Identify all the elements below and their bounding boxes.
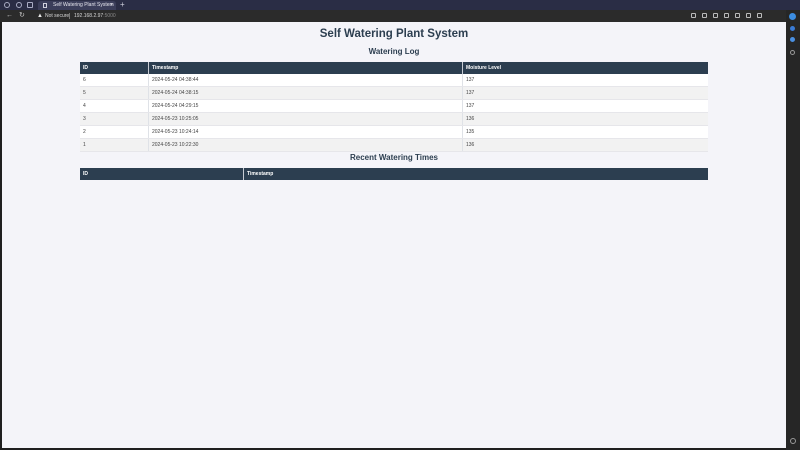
tools-sidebar-icon[interactable] bbox=[790, 37, 795, 42]
table-row: 4 2024-05-24 04:29:15 137 bbox=[80, 99, 708, 113]
split-screen-icon[interactable] bbox=[713, 13, 718, 19]
browser-tab-strip: Self Watering Plant System × + bbox=[0, 0, 800, 10]
column-header: Moisture Level bbox=[462, 62, 708, 74]
cell-timestamp: 2024-05-23 10:22:30 bbox=[148, 138, 463, 152]
sidebar-settings-icon[interactable] bbox=[790, 438, 796, 444]
table-row: 3 2024-05-23 10:25:05 136 bbox=[80, 112, 708, 126]
tab-actions-icon[interactable] bbox=[27, 2, 33, 8]
cell-moisture: 137 bbox=[462, 74, 708, 87]
watering-log-heading: Watering Log bbox=[368, 47, 420, 56]
column-header: Timestamp bbox=[243, 168, 708, 180]
column-header: ID bbox=[80, 168, 244, 180]
profile-icon[interactable] bbox=[4, 2, 10, 8]
copilot-icon[interactable] bbox=[789, 13, 796, 20]
url-field[interactable]: 192.168.2.97:5000 bbox=[74, 10, 116, 22]
column-header: Timestamp bbox=[148, 62, 463, 74]
table-row: 6 2024-05-24 04:38:44 137 bbox=[80, 74, 708, 87]
read-aloud-icon[interactable] bbox=[691, 13, 696, 19]
cell-timestamp: 2024-05-23 10:25:05 bbox=[148, 112, 463, 126]
cell-id: 5 bbox=[80, 86, 149, 100]
cell-moisture: 135 bbox=[462, 125, 708, 139]
cell-moisture: 136 bbox=[462, 138, 708, 152]
url-host: 192.168.2.97 bbox=[74, 13, 104, 19]
cell-timestamp: 2024-05-24 04:29:15 bbox=[148, 99, 463, 113]
new-tab-button[interactable]: + bbox=[120, 0, 125, 9]
address-bar: ← ↻ ▲ Not secure 192.168.2.97:5000 bbox=[0, 10, 800, 22]
cell-id: 3 bbox=[80, 112, 149, 126]
toolbar-icons bbox=[685, 10, 762, 22]
cell-timestamp: 2024-05-23 10:24:14 bbox=[148, 125, 463, 139]
active-tab[interactable]: Self Watering Plant System × bbox=[38, 1, 116, 10]
cell-timestamp: 2024-05-24 04:38:15 bbox=[148, 86, 463, 100]
watering-log-table: ID Timestamp Moisture Level 6 2024-05-24… bbox=[80, 62, 708, 152]
favorites-icon[interactable] bbox=[724, 13, 729, 19]
security-label[interactable]: Not secure bbox=[45, 10, 69, 22]
cell-moisture: 137 bbox=[462, 99, 708, 113]
cell-id: 1 bbox=[80, 138, 149, 152]
cell-moisture: 137 bbox=[462, 86, 708, 100]
favorite-star-icon[interactable] bbox=[702, 13, 707, 19]
back-icon[interactable]: ← bbox=[6, 10, 13, 22]
refresh-icon[interactable]: ↻ bbox=[19, 10, 25, 22]
search-sidebar-icon[interactable] bbox=[790, 26, 795, 31]
browser-sidebar bbox=[786, 10, 800, 450]
browser-essentials-icon[interactable] bbox=[746, 13, 751, 19]
page-favicon-icon bbox=[43, 3, 47, 8]
page-title: Self Watering Plant System bbox=[319, 28, 469, 40]
add-sidebar-icon[interactable] bbox=[790, 50, 795, 55]
cell-moisture: 136 bbox=[462, 112, 708, 126]
tab-title: Self Watering Plant System bbox=[53, 2, 114, 8]
workspaces-icon[interactable] bbox=[16, 2, 22, 8]
table-row: 2 2024-05-23 10:24:14 135 bbox=[80, 125, 708, 139]
page-content: Self Watering Plant System Watering Log … bbox=[2, 22, 786, 448]
more-menu-icon[interactable] bbox=[757, 13, 762, 19]
tab-close-icon[interactable]: × bbox=[110, 1, 113, 10]
table-row: 5 2024-05-24 04:38:15 137 bbox=[80, 86, 708, 100]
address-divider bbox=[69, 13, 70, 19]
cell-id: 2 bbox=[80, 125, 149, 139]
recent-watering-table: ID Timestamp bbox=[80, 168, 708, 180]
url-port: :5000 bbox=[103, 13, 116, 19]
collections-icon[interactable] bbox=[735, 13, 740, 19]
table-row: 1 2024-05-23 10:22:30 136 bbox=[80, 138, 708, 152]
cell-timestamp: 2024-05-24 04:38:44 bbox=[148, 74, 463, 87]
column-header: ID bbox=[80, 62, 149, 74]
cell-id: 6 bbox=[80, 74, 149, 87]
recent-watering-heading: Recent Watering Times bbox=[349, 153, 439, 162]
warning-icon[interactable]: ▲ bbox=[37, 10, 43, 22]
cell-id: 4 bbox=[80, 99, 149, 113]
